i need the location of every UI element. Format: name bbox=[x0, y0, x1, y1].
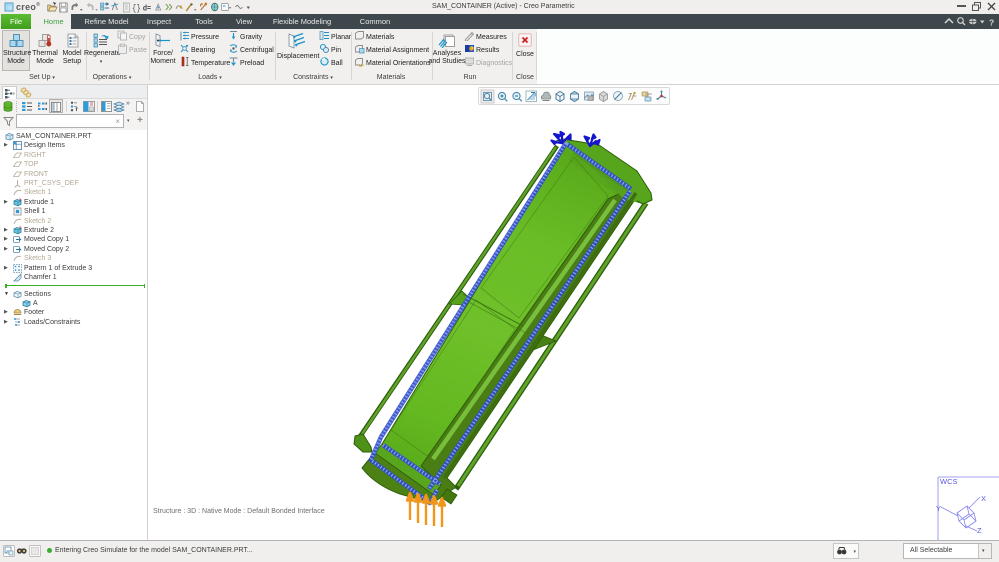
svg-text:d=: d= bbox=[143, 3, 152, 13]
svg-text:X: X bbox=[981, 494, 986, 503]
svg-text:?: ? bbox=[989, 18, 994, 28]
svg-text:Y: Y bbox=[936, 504, 941, 513]
svg-text:WCS: WCS bbox=[940, 477, 958, 486]
svg-text:Z: Z bbox=[977, 526, 982, 535]
svg-text:{}: {} bbox=[132, 3, 141, 13]
